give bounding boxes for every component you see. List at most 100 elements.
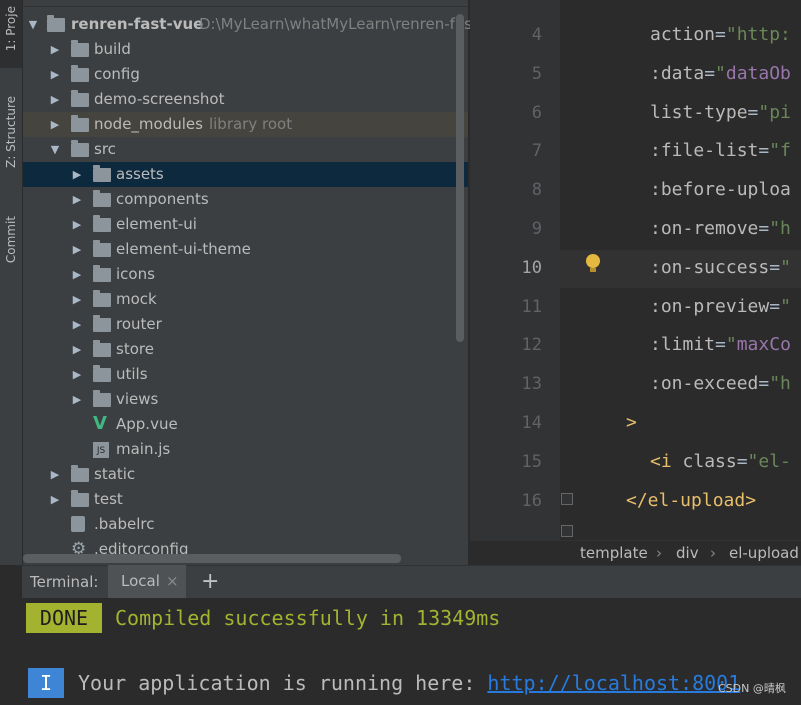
breadcrumb-item[interactable]: template <box>580 541 648 565</box>
collapse-arrow-icon[interactable]: ▶ <box>71 312 83 337</box>
folder-icon <box>71 465 89 482</box>
tree-item-node-modules[interactable]: ▶ node_modules library root <box>23 112 468 137</box>
local-url-link[interactable]: http://localhost:8001 <box>487 671 740 695</box>
fold-marker-icon[interactable] <box>561 525 573 537</box>
code-line[interactable]: :on-remove="h <box>650 218 791 239</box>
js-file-icon: JS <box>93 442 109 458</box>
tree-item-mock[interactable]: ▶ mock <box>23 287 468 312</box>
line-number: 7 <box>531 141 542 162</box>
code-token: = <box>758 373 770 395</box>
collapse-arrow-icon[interactable]: ▶ <box>71 262 83 287</box>
collapse-arrow-icon[interactable]: ▶ <box>49 37 61 62</box>
structure-tool-tab[interactable]: Z: Structure <box>0 92 22 192</box>
structure-tool-tab-label: Z: Structure <box>4 96 18 168</box>
breadcrumb-separator-icon: › <box>656 544 662 562</box>
collapse-arrow-icon[interactable]: ▶ <box>71 337 83 362</box>
tree-item-test[interactable]: ▶ test <box>23 487 468 512</box>
collapse-arrow-icon[interactable]: ▶ <box>71 187 83 212</box>
tree-item-build[interactable]: ▶ build <box>23 37 468 62</box>
code-token: "h <box>769 373 791 395</box>
code-token: :on-exceed <box>650 373 759 395</box>
code-line[interactable]: :file-list="f <box>650 140 791 161</box>
config-file-icon <box>71 516 85 532</box>
breadcrumb-item[interactable]: div <box>676 541 699 565</box>
collapse-arrow-icon[interactable]: ▶ <box>71 362 83 387</box>
tree-item-app-vue[interactable]: V App.vue <box>23 412 468 437</box>
terminal-tab-local[interactable]: Local × <box>108 565 186 598</box>
folder-icon <box>93 315 111 332</box>
code-line[interactable]: :on-exceed="h <box>650 373 791 394</box>
folder-icon <box>93 390 111 407</box>
tree-item-label: element-ui-theme <box>116 240 251 258</box>
tree-item-src[interactable]: ▼ src <box>23 137 468 162</box>
collapse-arrow-icon[interactable]: ▶ <box>71 162 83 187</box>
tree-item-utils[interactable]: ▶ utils <box>23 362 468 387</box>
collapse-arrow-icon[interactable]: ▶ <box>71 237 83 262</box>
line-number: 10 <box>521 257 542 278</box>
new-terminal-icon[interactable]: + <box>201 565 219 598</box>
project-tool-tab[interactable]: 1: Proje <box>0 0 22 68</box>
collapse-arrow-icon[interactable]: ▶ <box>71 387 83 412</box>
code-token: = <box>758 218 770 239</box>
code-token: :data <box>650 62 705 84</box>
tree-item-static[interactable]: ▶ static <box>23 462 468 487</box>
folder-icon <box>93 240 111 257</box>
tree-item-demo-screenshot[interactable]: ▶ demo-screenshot <box>23 87 468 112</box>
code-line[interactable]: action="http: <box>650 24 791 45</box>
tree-item-assets[interactable]: ▶ assets <box>23 162 468 187</box>
folder-icon <box>93 165 111 182</box>
tree-item-element-ui-theme[interactable]: ▶ element-ui-theme <box>23 237 468 262</box>
code-token: action <box>650 24 716 45</box>
tree-item-label: utils <box>116 365 148 383</box>
folder-icon <box>47 15 65 32</box>
collapse-arrow-icon[interactable]: ▶ <box>49 62 61 87</box>
lightbulb-icon[interactable] <box>586 254 600 268</box>
expand-arrow-icon[interactable]: ▼ <box>27 12 39 37</box>
tree-vertical-scrollbar[interactable] <box>456 14 464 342</box>
tree-item-element-ui[interactable]: ▶ element-ui <box>23 212 468 237</box>
code-token: :limit <box>650 334 716 356</box>
tree-item-hint: library root <box>208 115 293 133</box>
folder-icon <box>93 290 111 307</box>
collapse-arrow-icon[interactable]: ▶ <box>49 112 61 137</box>
tree-item-router[interactable]: ▶ router <box>23 312 468 337</box>
collapse-arrow-icon[interactable]: ▶ <box>71 212 83 237</box>
code-line[interactable]: :data="dataOb <box>650 63 791 84</box>
folder-icon <box>71 140 89 157</box>
folder-icon <box>93 190 111 207</box>
tree-item-babelrc[interactable]: .babelrc <box>23 512 468 537</box>
collapse-arrow-icon[interactable]: ▶ <box>49 487 61 512</box>
tree-item-label: components <box>116 190 209 208</box>
tree-item-store[interactable]: ▶ store <box>23 337 468 362</box>
tree-item-main-js[interactable]: JS main.js <box>23 437 468 462</box>
tree-root-row[interactable]: ▼ renren-fast-vue D:\MyLearn\whatMyLearn… <box>23 12 478 37</box>
code-line[interactable]: :on-preview=" <box>650 296 791 317</box>
tree-item-label: icons <box>116 265 155 283</box>
tree-horizontal-scrollbar[interactable] <box>23 554 401 563</box>
tree-item-views[interactable]: ▶ views <box>23 387 468 412</box>
code-line[interactable]: :limit="maxCo <box>650 334 791 355</box>
terminal-tab-label: Local <box>121 572 160 590</box>
code-line[interactable]: :before-uploa <box>650 179 791 200</box>
info-badge: I <box>28 668 64 698</box>
code-line[interactable]: <i class="el- <box>650 451 791 472</box>
code-line[interactable]: > <box>626 412 637 433</box>
code-line[interactable]: </el-upload> <box>626 490 756 511</box>
code-line[interactable]: list-type="pi <box>650 102 791 123</box>
tree-item-config[interactable]: ▶ config <box>23 62 468 87</box>
code-line[interactable]: :on-success=" <box>650 257 791 278</box>
close-tab-icon[interactable]: × <box>166 565 179 598</box>
collapse-arrow-icon[interactable]: ▶ <box>49 462 61 487</box>
tree-item-icons[interactable]: ▶ icons <box>23 262 468 287</box>
tree-item-components[interactable]: ▶ components <box>23 187 468 212</box>
collapse-arrow-icon[interactable]: ▶ <box>49 87 61 112</box>
breadcrumb-item[interactable]: el-upload <box>729 541 799 565</box>
fold-marker-icon[interactable] <box>561 493 573 505</box>
commit-tool-tab[interactable]: Commit <box>0 212 22 284</box>
done-message: Compiled successfully in 13349ms <box>115 606 501 630</box>
code-token: class <box>682 450 737 472</box>
code-token: > <box>626 412 637 433</box>
tree-item-label: build <box>94 40 131 58</box>
expand-arrow-icon[interactable]: ▼ <box>49 137 61 162</box>
collapse-arrow-icon[interactable]: ▶ <box>71 287 83 312</box>
